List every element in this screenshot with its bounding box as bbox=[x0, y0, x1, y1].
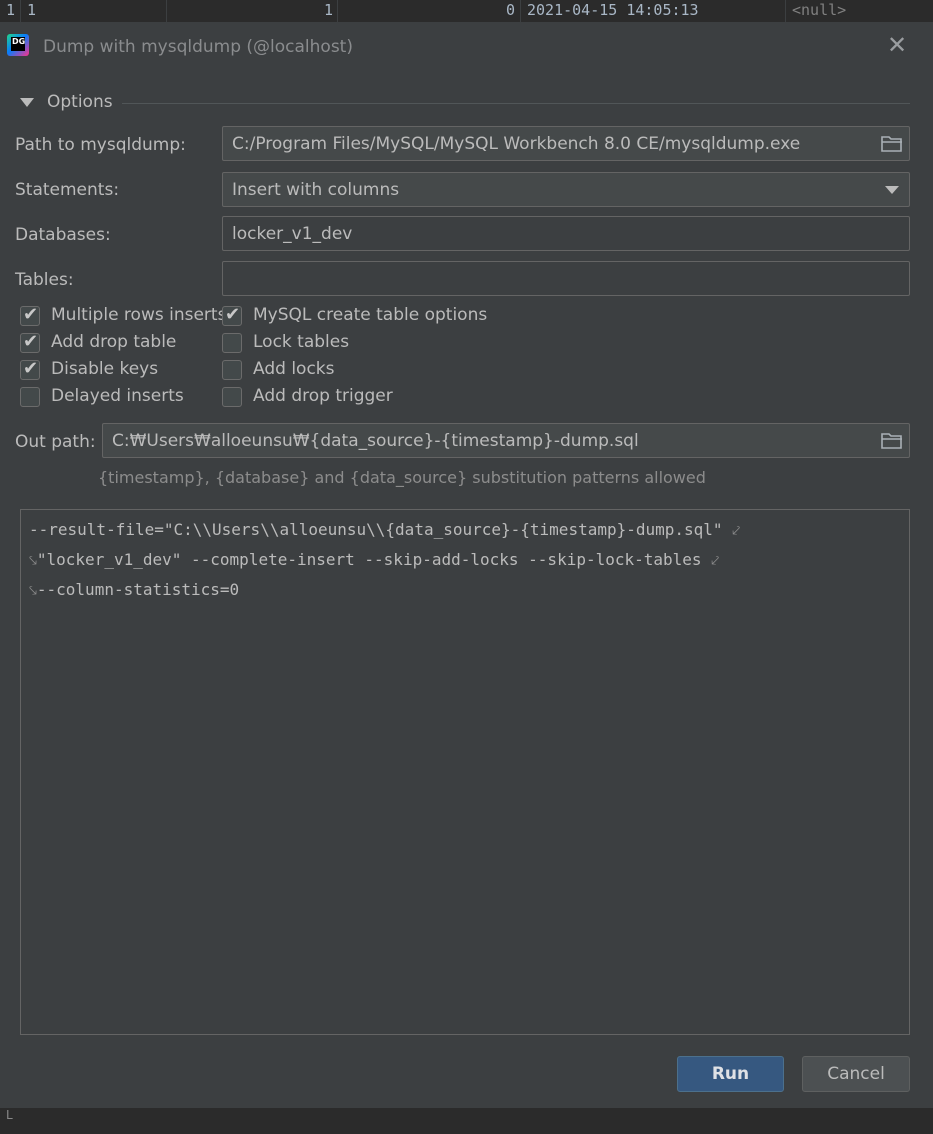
table-cell: 1 bbox=[27, 1, 37, 19]
checkbox-label: Add drop trigger bbox=[253, 386, 393, 406]
checkbox-label: MySQL create table options bbox=[253, 305, 488, 325]
chevron-down-icon bbox=[885, 186, 899, 194]
substitution-hint: {timestamp}, {database} and {data_source… bbox=[98, 468, 706, 487]
cancel-button[interactable]: Cancel bbox=[802, 1056, 910, 1092]
checkbox-label: Disable keys bbox=[51, 359, 159, 379]
checkmark-icon: ✔ bbox=[225, 304, 241, 325]
checkbox-label: Delayed inserts bbox=[51, 386, 184, 406]
background-table-row: 1 1 1 0 2021-04-15 14:05:13 <null> bbox=[0, 0, 933, 22]
command-text: "locker_v1_dev" --complete-insert --skip… bbox=[36, 550, 712, 569]
divider bbox=[122, 103, 910, 104]
run-button[interactable]: Run bbox=[677, 1056, 784, 1092]
checkbox-box[interactable]: ✔ bbox=[20, 358, 40, 380]
options-title: Options bbox=[47, 92, 113, 112]
checkbox-box[interactable]: ✔ bbox=[222, 304, 242, 326]
mysqldump-path-field[interactable]: C:/Program Files/MySQL/MySQL Workbench 8… bbox=[222, 126, 910, 161]
table-cell: 0 bbox=[506, 1, 516, 19]
checkbox-label: Add locks bbox=[253, 359, 335, 379]
folder-icon[interactable] bbox=[881, 432, 903, 449]
tables-input[interactable] bbox=[222, 261, 910, 296]
wrap-arrow-icon: ⤦ bbox=[711, 553, 720, 569]
dialog-titlebar: DG Dump with mysqldump (@localhost) ✕ bbox=[0, 22, 933, 72]
row-number: 1 bbox=[6, 1, 16, 19]
folder-icon[interactable] bbox=[881, 135, 903, 152]
statements-dropdown[interactable]: Insert with columns bbox=[222, 172, 910, 207]
out-path-field[interactable]: C:₩Users₩alloeunsu₩{data_source}-{timest… bbox=[102, 423, 910, 458]
statements-label: Statements: bbox=[15, 180, 120, 200]
dump-dialog: DG Dump with mysqldump (@localhost) ✕ Op… bbox=[0, 22, 933, 1108]
checkbox-box[interactable]: ✔ bbox=[20, 304, 40, 326]
tables-label: Tables: bbox=[15, 270, 74, 290]
datagrip-logo-icon: DG bbox=[7, 34, 29, 56]
command-line: --result-file="C:\\Users\\alloeunsu\\{da… bbox=[29, 516, 901, 546]
table-cell-null: <null> bbox=[792, 1, 847, 19]
checkbox-label: Multiple rows inserts bbox=[51, 305, 227, 325]
databases-input[interactable]: locker_v1_dev bbox=[222, 216, 910, 251]
checkbox-box[interactable]: ✔ bbox=[20, 331, 40, 353]
command-text: --column-statistics=0 bbox=[36, 580, 240, 599]
wrap-arrow-icon: ⤦ bbox=[732, 523, 741, 539]
databases-value: locker_v1_dev bbox=[232, 224, 353, 244]
close-icon[interactable]: ✕ bbox=[884, 33, 910, 59]
databases-label: Databases: bbox=[15, 225, 111, 245]
collapse-triangle-icon[interactable] bbox=[20, 98, 34, 107]
options-section-header[interactable]: Options bbox=[20, 92, 910, 116]
checkbox-box[interactable] bbox=[20, 387, 40, 407]
wrap-continue-icon: ⤥ bbox=[29, 583, 37, 599]
out-path-value: C:₩Users₩alloeunsu₩{data_source}-{timest… bbox=[112, 431, 639, 451]
mysqldump-path-value: C:/Program Files/MySQL/MySQL Workbench 8… bbox=[232, 134, 801, 154]
statements-value: Insert with columns bbox=[232, 180, 400, 200]
table-cell: 2021-04-15 14:05:13 bbox=[527, 1, 699, 19]
command-line: ⤥--column-statistics=0 bbox=[29, 576, 901, 606]
checkmark-icon: ✔ bbox=[23, 304, 39, 325]
checkbox-label: Lock tables bbox=[253, 332, 350, 352]
table-cell: 1 bbox=[324, 1, 334, 19]
out-path-label: Out path: bbox=[15, 432, 96, 452]
app-icon-text: DG bbox=[11, 37, 25, 51]
checkmark-icon: ✔ bbox=[23, 358, 39, 379]
command-line: ⤥"locker_v1_dev" --complete-insert --ski… bbox=[29, 546, 901, 576]
command-text: --result-file="C:\\Users\\alloeunsu\\{da… bbox=[29, 520, 733, 539]
dialog-title: Dump with mysqldump (@localhost) bbox=[43, 37, 353, 57]
checkbox-label: Add drop table bbox=[51, 332, 177, 352]
background-glyph: ᒪ bbox=[6, 1108, 13, 1122]
checkmark-icon: ✔ bbox=[23, 331, 39, 352]
checkbox-box[interactable] bbox=[222, 387, 242, 407]
checkbox-box[interactable] bbox=[222, 333, 242, 353]
path-label: Path to mysqldump: bbox=[15, 135, 186, 155]
wrap-continue-icon: ⤥ bbox=[29, 553, 37, 569]
command-preview[interactable]: --result-file="C:\\Users\\alloeunsu\\{da… bbox=[20, 509, 910, 1035]
background-bottom-area: ᒪ bbox=[0, 1108, 933, 1134]
checkbox-box[interactable] bbox=[222, 360, 242, 380]
